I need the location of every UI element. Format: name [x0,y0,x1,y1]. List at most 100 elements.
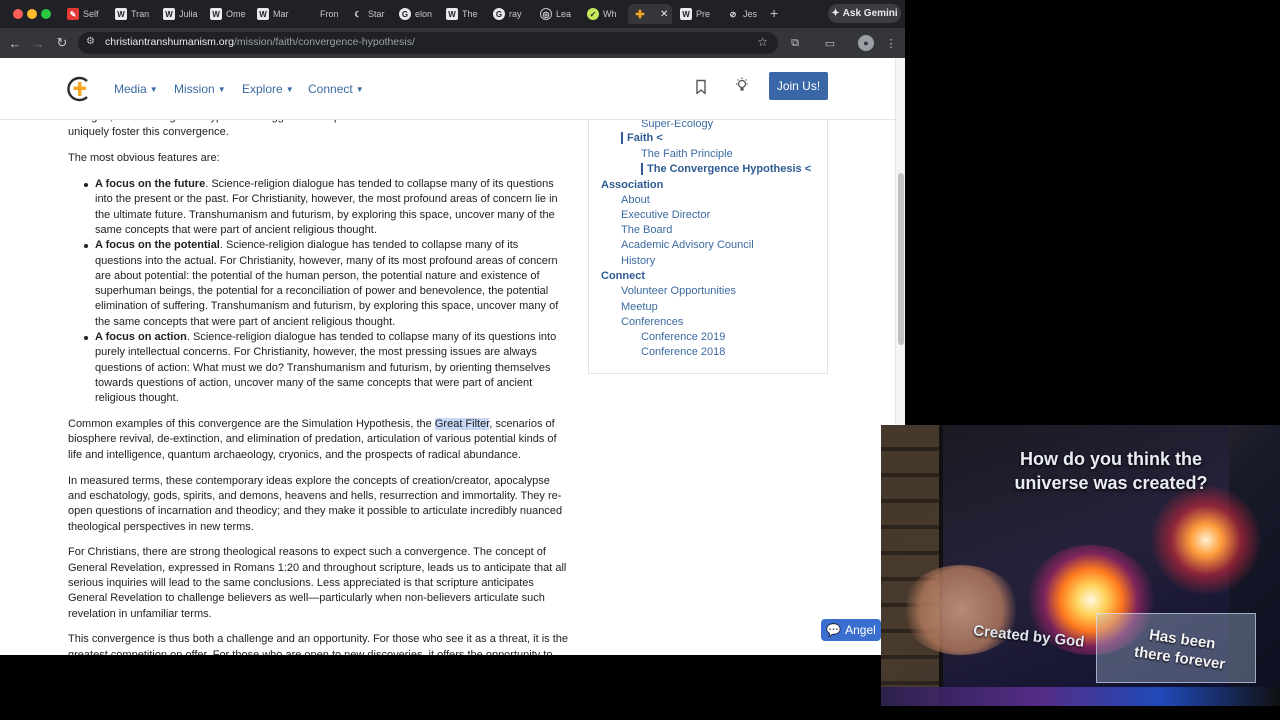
bookmark-star-icon[interactable]: ☆ [757,35,768,49]
tab[interactable]: ✓ Wh [587,4,617,24]
screen: ✎ Self W Tran W Julia W Ome W Mar Fron ☾ Star … [0,0,1280,720]
url-text[interactable]: christiantranshumanism.org/mission/faith… [105,36,415,48]
angel-chat-button[interactable]: 💬 Angel [821,619,881,641]
caret-down-icon: ▼ [355,85,364,94]
close-window-button[interactable] [13,9,23,19]
feature-text: . Science-religion dialogue has tended t… [95,239,559,328]
feature-title: A focus on the future [95,178,206,191]
sidebar-item-conference-2019[interactable]: Conference 2019 [641,331,725,343]
sidebar-item-faith-principle[interactable]: The Faith Principle [641,148,733,160]
tab[interactable]: W Ome [210,4,246,24]
tab[interactable]: ⊘ Jes [727,4,757,24]
ask-gemini-label: Ask Gemini [842,8,898,19]
google-icon: G [399,8,411,20]
scroll-thumb[interactable] [898,173,904,345]
extensions-icon[interactable]: ⧉ [787,35,803,51]
tab[interactable]: ◎ Lea [540,4,571,24]
video-question-text: How do you think the universe was create… [1014,449,1208,493]
menu-mission[interactable]: Mission ▼ [174,82,226,96]
tab-label: elon [415,9,433,19]
tab[interactable]: W Julia [163,4,198,24]
web-page: Media ▼ Mission ▼ Explore ▼ Connect ▼ Join U… [0,58,895,655]
list-item: A focus on action. Science-religion dial… [84,330,568,406]
browser-toolbar: ← → ↻ ⚙ christiantranshumanism.org/missi… [0,28,905,58]
tab-label: ray [509,9,522,19]
cosmic-burst-graphic [1151,485,1261,595]
menu-connect[interactable]: Connect ▼ [308,82,364,96]
tab[interactable]: ☾ Star [352,4,384,24]
sidebar-item-meetup[interactable]: Meetup [621,301,658,313]
sidebar-item-history[interactable]: History [621,255,655,267]
minimize-window-button[interactable] [27,9,37,19]
sidebar-item-faith[interactable]: Faith < [621,132,663,144]
sidebar-item-conferences[interactable]: Conferences [621,316,683,328]
reload-button[interactable]: ↻ [53,34,71,52]
sidebar-item-volunteer[interactable]: Volunteer Opportunities [621,285,736,297]
tab-close-icon[interactable]: ✕ [660,9,668,20]
tab[interactable]: Gelon [399,4,432,24]
caret-down-icon: ▼ [149,85,158,94]
wikipedia-icon: W [115,8,127,20]
lightbulb-icon[interactable] [734,77,750,93]
caret-down-icon: ▼ [285,85,294,94]
tab[interactable]: Gray [493,4,522,24]
tab-active[interactable]: ✚ ✕ [628,4,672,24]
maximize-window-button[interactable] [41,9,51,19]
sidebar-item-executive-director[interactable]: Executive Director [621,209,710,221]
blank-icon [304,8,316,20]
video-overlay[interactable]: How do you think the universe was create… [881,425,1280,706]
sidebar-item-about[interactable]: About [621,194,650,206]
sidebar-item-convergence-hypothesis[interactable]: The Convergence Hypothesis < [641,163,811,175]
convergence-paragraph: This convergence is thus both a challeng… [68,633,568,655]
back-button[interactable]: ← [6,34,24,52]
list-item: A focus on the potential. Science-religi… [84,238,568,330]
new-tab-button[interactable]: + [770,5,778,21]
tab-label: Pre [696,9,711,19]
tab[interactable]: W Mar [257,4,289,24]
tab-label: Ome [226,9,246,19]
chat-bubbles-icon: 💬 [826,623,842,637]
menu-kebab-icon[interactable]: ⋮ [883,35,899,51]
examples-text: Common examples of this convergence are … [68,418,435,431]
sidebar-heading-connect[interactable]: Connect [601,270,645,282]
tab-label: Self [83,9,99,19]
article-body: dialogue, the Convergence Hypothesis sug… [68,110,568,655]
tab-label: Julia [179,9,198,19]
sidebar-item-advisory-council[interactable]: Academic Advisory Council [621,239,754,251]
sidebar-item-board[interactable]: The Board [621,224,672,236]
site-info-icon[interactable]: ⚙ [86,36,100,50]
menu-explore[interactable]: Explore ▼ [242,82,294,96]
compass-icon: ⊘ [729,9,737,19]
address-bar[interactable]: ⚙ christiantranshumanism.org/mission/fai… [78,32,778,54]
sparkle-icon: ✦ [831,8,840,19]
browser-window: ✎ Self W Tran W Julia W Ome W Mar Fron ☾ Star … [0,0,905,655]
measured-paragraph: In measured terms, these contemporary id… [68,474,563,533]
ask-gemini-button[interactable]: ✦ Ask Gemini [828,4,901,23]
tab[interactable]: Fron [304,4,339,24]
tab[interactable]: ✎ Self [67,4,99,24]
sidebar-heading-association[interactable]: Association [601,179,663,191]
forward-button[interactable]: → [29,34,47,52]
cast-icon[interactable]: ▭ [822,35,838,51]
wikipedia-icon: W [210,8,222,20]
tab[interactable]: W The [446,4,478,24]
christian-transhumanism-icon: ✚ [635,8,645,21]
video-bottom-strip [881,687,1280,706]
menu-media[interactable]: Media ▼ [114,82,158,96]
christians-paragraph: For Christians, there are strong theolog… [68,546,567,620]
menu-mission-label: Mission [174,82,215,96]
menu-media-label: Media [114,82,147,96]
feature-title: A focus on the potential [95,239,220,252]
site-logo[interactable] [67,75,92,103]
selected-text-great-filter[interactable]: Great Filter [434,418,490,431]
sidebar-item-conference-2018[interactable]: Conference 2018 [641,346,725,358]
wikipedia-icon: W [446,8,458,20]
tab-label: Lea [556,9,572,19]
tab-bar: ✎ Self W Tran W Julia W Ome W Mar Fron ☾ Star … [0,0,905,28]
join-us-label: Join Us! [776,79,821,93]
profile-avatar[interactable]: ● [858,35,874,51]
tab[interactable]: W Tran [115,4,149,24]
join-us-button[interactable]: Join Us! [769,72,828,100]
tab[interactable]: W Pre [680,4,710,24]
bookmark-icon[interactable] [694,79,708,95]
